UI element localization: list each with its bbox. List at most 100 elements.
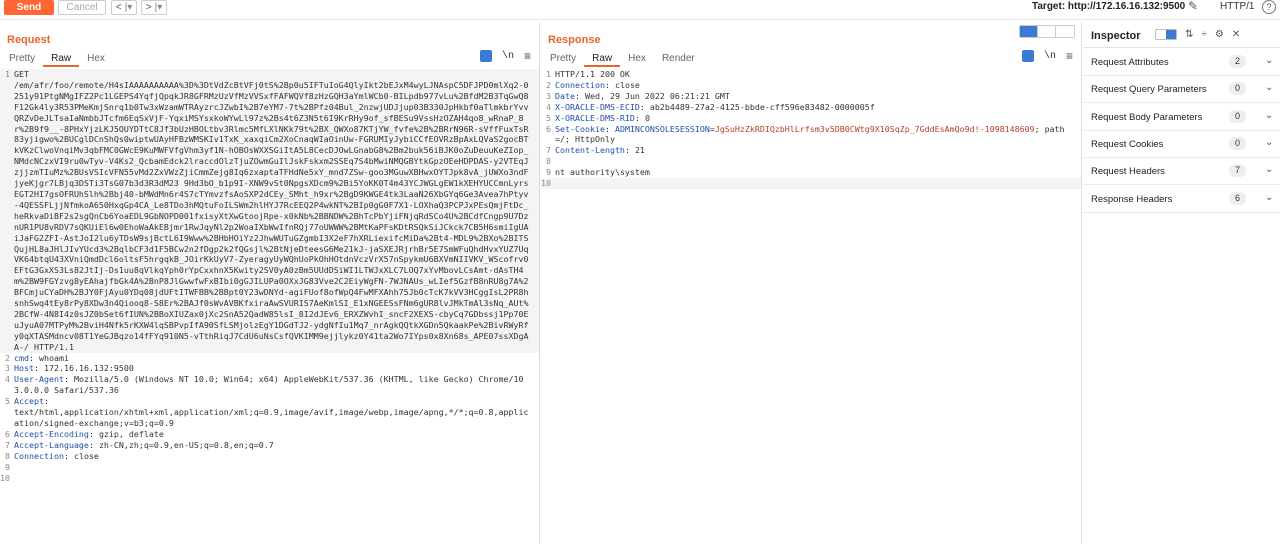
line-content [555,156,1081,167]
response-title: Response [548,34,601,46]
code-line: 6 Set-Cookie: ADMINCONSOLESESSION=JgSuHzZ… [541,124,1081,146]
request-tab-raw[interactable]: Raw [43,51,80,67]
inspector-tools: ⇅ ÷ ⚙ ✕ [1155,29,1240,40]
header-value: whoami [39,352,69,363]
show-newlines-icon[interactable]: \n [502,51,514,62]
response-tab-render[interactable]: Render [654,51,703,67]
request-title: Request [7,34,51,46]
header-name: Connection [14,450,64,461]
send-button[interactable]: Send [4,0,54,15]
cookie-value: JgSuHzZkRDIQzbHlLrfsm3v5DB0CWtg9X10SqZp_… [714,123,1035,134]
request-editor[interactable]: 1 GET /em/afr/foo/remote/H4sIAAAAAAAAAA%3… [0,69,539,544]
wrap-lines-icon[interactable] [479,50,492,62]
inspector-section[interactable]: Request Headers 7 ⌄ [1083,158,1280,186]
request-tab-pretty[interactable]: Pretty [0,51,43,67]
code-line: 6 Accept-Encoding: gzip, deflate [0,429,539,440]
inspector-section[interactable]: Request Body Parameters 0 ⌄ [1083,104,1280,131]
align-icon[interactable]: ⇅ [1185,29,1193,40]
split-icon[interactable]: ÷ [1201,29,1207,40]
header-value: gzip, deflate [98,428,164,439]
help-icon[interactable]: ? [1262,0,1276,14]
line-content: nt authority\system [555,167,1081,178]
layout-list-icon[interactable] [1156,30,1166,39]
code-line: 1 HTTP/1.1 200 OK [541,69,1081,80]
line-number: 1 [5,69,10,79]
chevron-down-icon[interactable]: ⌄ [1265,82,1273,93]
line-number: 7 [5,439,10,450]
inspector-section[interactable]: Response Headers 6 ⌄ [1083,186,1280,213]
line-number: 8 [5,450,10,461]
request-view-options: \n ≡ [479,50,531,62]
target-label[interactable]: Target: http://172.16.16.132:9500 [1032,0,1185,14]
gear-icon[interactable]: ⚙ [1215,29,1224,40]
edit-target-pencil-icon[interactable]: ✎ [1188,0,1202,14]
line-content [14,462,539,473]
layout-side-by-side-icon[interactable] [1020,26,1038,37]
header-separator: : [63,374,74,385]
chevron-down-icon[interactable]: ⌄ [1265,164,1273,175]
line-content: HTTP/1.1 200 OK [555,69,1081,80]
chevron-down-icon[interactable]: ⌄ [1265,192,1273,203]
menu-icon[interactable]: ≡ [1066,50,1073,62]
header-value: text/html,application/xhtml+xml,applicat… [14,407,529,428]
inspector-section[interactable]: Request Attributes 2 ⌄ [1083,49,1280,76]
layout-split-icon[interactable] [1166,30,1176,39]
inspector-title: Inspector [1091,30,1141,42]
protocol-label[interactable]: HTTP/1 [1220,0,1254,13]
line-content: cmd: whoami [14,353,539,364]
line-number: 5 [546,112,551,123]
header-separator: : [634,112,645,123]
line-number: 3 [546,90,551,101]
header-separator: : [63,450,74,461]
header-name: Host [14,363,34,374]
line-content: Connection: close [14,451,539,462]
layout-stacked-icon[interactable] [1038,26,1056,37]
code-line: 7 Content-Length: 21 [541,145,1081,156]
chevron-down-icon[interactable]: ⌄ [1265,55,1273,66]
header-name: X-ORACLE-DMS-ECID [555,101,640,112]
line-number: 7 [546,145,551,156]
line-content: Date: Wed, 29 Jun 2022 06:21:21 GMT [555,91,1081,102]
show-newlines-icon[interactable]: \n [1044,51,1056,62]
forward-menu-chevron-icon[interactable]: |▾ [155,2,163,13]
line-number: 8 [546,156,551,167]
response-tab-raw[interactable]: Raw [584,51,621,67]
inspector-section-count: 7 [1229,164,1246,178]
line-text: GET /em/afr/foo/remote/H4sIAAAAAAAAAA%3D… [14,69,529,352]
response-tab-pretty[interactable]: Pretty [541,51,584,67]
forward-button[interactable]: > |▾ [141,0,167,15]
inspector-section[interactable]: Request Cookies 0 ⌄ [1083,131,1280,158]
response-editor[interactable]: 1 HTTP/1.1 200 OK 2 Connection: close 3 Date:… [541,69,1081,544]
line-content: Accept-Encoding: gzip, deflate [14,429,539,440]
back-button[interactable]: < |▾ [111,0,137,15]
response-tab-hex[interactable]: Hex [620,51,654,67]
close-icon[interactable]: ✕ [1232,29,1240,40]
inspector-layout-toggle[interactable] [1155,29,1177,40]
layout-tabs-icon[interactable] [1056,26,1074,37]
code-line: 8 Connection: close [0,451,539,462]
inspector-section-label: Request Query Parameters [1091,84,1207,96]
header-separator: : [29,352,39,363]
menu-icon[interactable]: ≡ [524,50,531,62]
back-menu-chevron-icon[interactable]: |▾ [125,2,133,13]
code-line: 9 nt authority\system [541,167,1081,178]
wrap-lines-icon[interactable] [1021,50,1034,62]
line-number: 6 [546,123,551,134]
header-value: Mozilla/5.0 (Windows NT 10.0; Win64; x64… [14,374,524,396]
chevron-down-icon[interactable]: ⌄ [1265,137,1273,148]
code-line: 5 X-ORACLE-DMS-RID: 0 [541,113,1081,124]
header-separator: : [88,439,99,450]
inspector-section-label: Request Body Parameters [1091,111,1203,123]
request-tab-hex[interactable]: Hex [79,51,113,67]
chevron-down-icon[interactable]: ⌄ [1265,110,1273,121]
inspector-section[interactable]: Request Query Parameters 0 ⌄ [1083,76,1280,104]
header-value: close [614,79,640,90]
code-line: 9 [0,462,539,473]
line-content: X-ORACLE-DMS-ECID: ab2b4489-27a2-4125-bb… [555,102,1081,113]
line-number: 3 [5,363,10,374]
back-arrow-icon: < [115,2,122,13]
header-separator: : [604,79,615,90]
cancel-button[interactable]: Cancel [58,0,106,15]
cookie-name: ADMINCONSOLESESSION [614,123,710,134]
header-name: X-ORACLE-DMS-RID [555,112,635,123]
